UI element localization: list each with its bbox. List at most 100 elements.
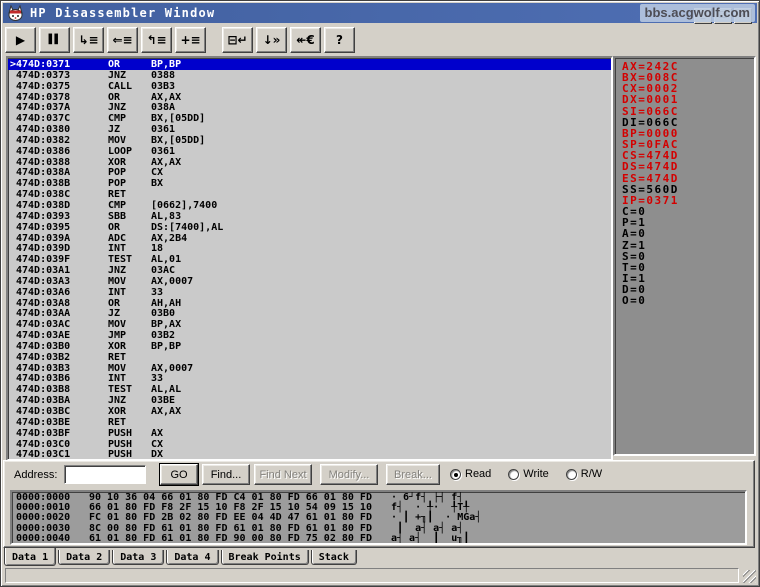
step-over-button[interactable]: ⇐≡ bbox=[107, 27, 138, 53]
instruction-address: 474D:03B8 bbox=[16, 384, 108, 395]
step-out-button[interactable]: ↰≡ bbox=[141, 27, 172, 53]
disasm-row[interactable]: 474D:03B2RET bbox=[8, 352, 611, 363]
instruction-operands: CX bbox=[151, 167, 163, 178]
instruction-operands: AX,AX bbox=[151, 157, 181, 168]
resize-grip[interactable] bbox=[743, 570, 756, 583]
instruction-mnemonic: INT bbox=[108, 243, 151, 254]
modify-button[interactable]: Modify... bbox=[320, 464, 378, 485]
disasm-row[interactable]: 474D:03BFPUSHAX bbox=[8, 428, 611, 439]
data-page-panel: Address: GO Find... Find Next Modify... … bbox=[3, 460, 755, 548]
tab-data-1[interactable]: Data 1 bbox=[4, 548, 56, 566]
radio-read[interactable]: Read bbox=[450, 468, 491, 480]
instruction-address: 474D:0371 bbox=[16, 59, 108, 70]
disasm-row[interactable]: 474D:03BAJNZ03BE bbox=[8, 395, 611, 406]
instruction-operands: AX,2B4 bbox=[151, 233, 187, 244]
instruction-address: 474D:0393 bbox=[16, 211, 108, 222]
disasm-row[interactable]: 474D:0378ORAX,AX bbox=[8, 92, 611, 103]
titlebar[interactable]: HP Disassembler Window _ □ × bbs.acgwolf… bbox=[3, 3, 757, 23]
disasm-row[interactable]: 474D:03AAJZ03B0 bbox=[8, 308, 611, 319]
instruction-operands: 03B0 bbox=[151, 308, 175, 319]
instruction-operands: DS:[7400],AL bbox=[151, 222, 223, 233]
break-button[interactable]: Break... bbox=[386, 464, 440, 485]
memory-dump-panel[interactable]: 0000:000090 10 36 04 66 01 80 FD C4 01 8… bbox=[10, 490, 747, 545]
tab-data-3[interactable]: Data 3 bbox=[112, 550, 164, 565]
instruction-mnemonic: JNZ bbox=[108, 102, 151, 113]
step-to-branch-button[interactable]: ↓» bbox=[256, 27, 287, 53]
tab-data-4[interactable]: Data 4 bbox=[166, 550, 218, 565]
disasm-row[interactable]: 474D:0395ORDS:[7400],AL bbox=[8, 222, 611, 233]
disasm-row[interactable]: 474D:038DCMP[0662],7400 bbox=[8, 200, 611, 211]
disasm-row[interactable]: >474D:0371ORBP,BP bbox=[8, 59, 611, 70]
run-icon: ▶ bbox=[16, 34, 25, 46]
run-to-cursor-button[interactable]: +≡ bbox=[175, 27, 206, 53]
disasm-row[interactable]: 474D:03C0PUSHCX bbox=[8, 439, 611, 450]
instruction-operands: AX bbox=[151, 428, 163, 439]
break-type-radios: Read Write R/W bbox=[450, 468, 602, 480]
instruction-mnemonic: PUSH bbox=[108, 449, 151, 460]
instruction-operands: BX,[05DD] bbox=[151, 113, 205, 124]
disasm-row[interactable]: 474D:0380JZ0361 bbox=[8, 124, 611, 135]
instruction-operands: AX,AX bbox=[151, 406, 181, 417]
instruction-mnemonic: INT bbox=[108, 287, 151, 298]
instruction-address: 474D:03AC bbox=[16, 319, 108, 330]
radio-write[interactable]: Write bbox=[508, 468, 548, 480]
disasm-row[interactable]: 474D:037AJNZ038A bbox=[8, 102, 611, 113]
disasm-row[interactable]: 474D:03AEJMP03B2 bbox=[8, 330, 611, 341]
disasm-row[interactable]: 474D:03ACMOVBP,AX bbox=[8, 319, 611, 330]
find-next-button[interactable]: Find Next bbox=[254, 464, 312, 485]
go-button[interactable]: GO bbox=[160, 464, 198, 485]
instruction-address: 474D:039F bbox=[16, 254, 108, 265]
return-to-caller-button[interactable]: ↞€ bbox=[290, 27, 321, 53]
instruction-address: 474D:0375 bbox=[16, 81, 108, 92]
tab-break-points[interactable]: Break Points bbox=[221, 550, 309, 565]
disasm-row[interactable]: 474D:03B0XORBP,BP bbox=[8, 341, 611, 352]
disasm-row[interactable]: 474D:03BERET bbox=[8, 417, 611, 428]
tab-data-2[interactable]: Data 2 bbox=[58, 550, 110, 565]
disasm-row[interactable]: 474D:039AADCAX,2B4 bbox=[8, 233, 611, 244]
toolbar-separator bbox=[209, 40, 219, 41]
instruction-mnemonic: SBB bbox=[108, 211, 151, 222]
step-to-branch-icon: ↓» bbox=[263, 34, 281, 46]
instruction-address: 474D:038C bbox=[16, 189, 108, 200]
return-to-caller-icon: ↞€ bbox=[296, 34, 314, 46]
disasm-row[interactable]: 474D:0382MOVBX,[05DD] bbox=[8, 135, 611, 146]
disasm-row[interactable]: 474D:039FTESTAL,01 bbox=[8, 254, 611, 265]
disasm-row[interactable]: 474D:03C1PUSHDX bbox=[8, 449, 611, 460]
disasm-row[interactable]: 474D:038BPOPBX bbox=[8, 178, 611, 189]
tab-stack[interactable]: Stack bbox=[311, 550, 357, 565]
disasm-row[interactable]: 474D:0373JNZ0388 bbox=[8, 70, 611, 81]
run-button[interactable]: ▶ bbox=[5, 27, 36, 53]
disassembly-panel[interactable]: >474D:0371ORBP,BP 474D:0373JNZ0388 474D:… bbox=[6, 56, 613, 461]
disasm-row[interactable]: 474D:03A6INT33 bbox=[8, 287, 611, 298]
disasm-row[interactable]: 474D:03B6INT33 bbox=[8, 373, 611, 384]
breakpoint-list-button[interactable]: ⊟↵ bbox=[222, 27, 253, 53]
help-button[interactable]: ? bbox=[324, 27, 355, 53]
step-into-button[interactable]: ↳≡ bbox=[73, 27, 104, 53]
instruction-mnemonic: XOR bbox=[108, 406, 151, 417]
instruction-mnemonic: JNZ bbox=[108, 395, 151, 406]
radio-circle bbox=[450, 469, 461, 480]
disasm-row[interactable]: 474D:03BCXORAX,AX bbox=[8, 406, 611, 417]
disasm-row[interactable]: 474D:039DINT18 bbox=[8, 243, 611, 254]
find-button[interactable]: Find... bbox=[202, 464, 250, 485]
disasm-row[interactable]: 474D:03A8ORAH,AH bbox=[8, 298, 611, 309]
instruction-operands: [0662],7400 bbox=[151, 200, 217, 211]
disasm-row[interactable]: 474D:03B8TESTAL,AL bbox=[8, 384, 611, 395]
disasm-row[interactable]: 474D:0388XORAX,AX bbox=[8, 157, 611, 168]
disasm-row[interactable]: 474D:038APOPCX bbox=[8, 167, 611, 178]
disasm-row[interactable]: 474D:037CCMPBX,[05DD] bbox=[8, 113, 611, 124]
radio-r-w[interactable]: R/W bbox=[566, 468, 602, 480]
hexdump-row[interactable]: 0000:004061 01 80 FD 61 01 80 FD 90 00 8… bbox=[12, 534, 745, 544]
disasm-row[interactable]: 474D:038CRET bbox=[8, 189, 611, 200]
instruction-address: 474D:03BE bbox=[16, 417, 108, 428]
disasm-row[interactable]: 474D:03A3MOVAX,0007 bbox=[8, 276, 611, 287]
instruction-operands: BP,BP bbox=[151, 341, 181, 352]
disasm-row[interactable]: 474D:0375CALL03B3 bbox=[8, 81, 611, 92]
address-input[interactable] bbox=[64, 465, 146, 484]
disasm-row[interactable]: 474D:0386LOOP0361 bbox=[8, 146, 611, 157]
pause-button[interactable]: ▌▌ bbox=[39, 27, 70, 53]
instruction-address: 474D:0388 bbox=[16, 157, 108, 168]
disasm-row[interactable]: 474D:03B3MOVAX,0007 bbox=[8, 363, 611, 374]
disasm-row[interactable]: 474D:03A1JNZ03AC bbox=[8, 265, 611, 276]
disasm-row[interactable]: 474D:0393SBBAL,83 bbox=[8, 211, 611, 222]
